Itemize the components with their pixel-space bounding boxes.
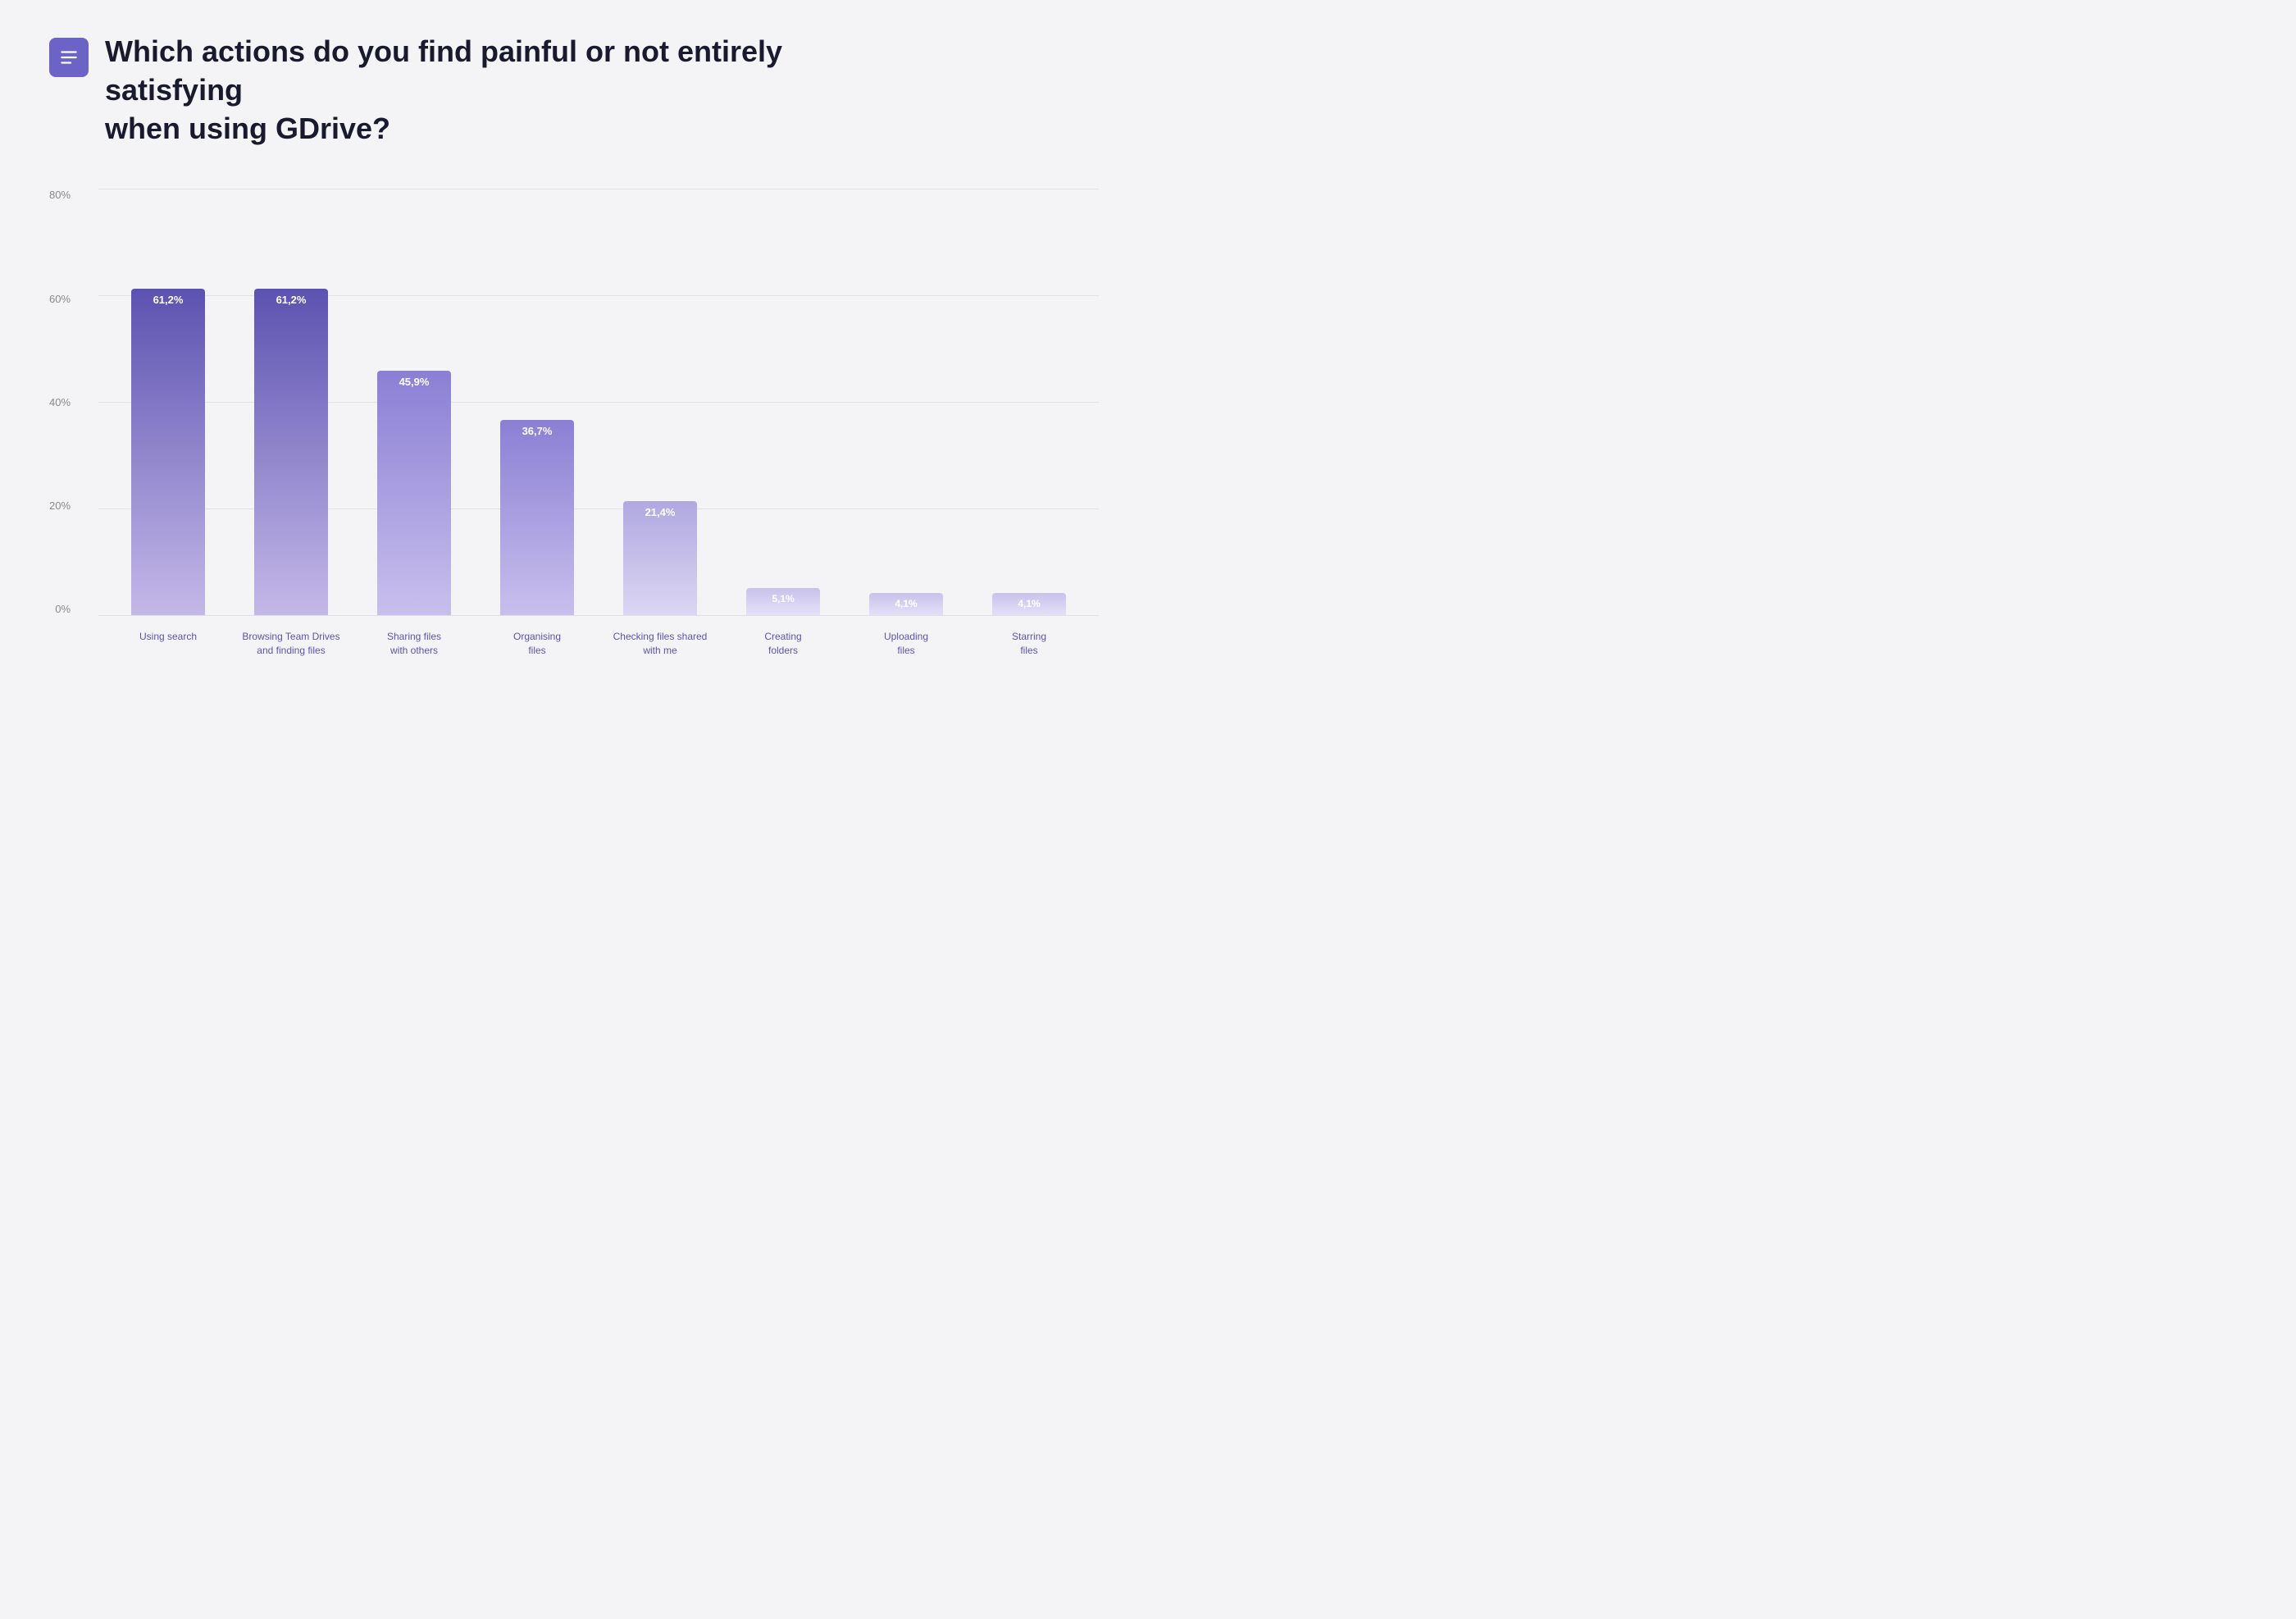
- x-label-sharing-files: Sharing fileswith others: [361, 623, 467, 658]
- bar-wrapper-checking-files-shared: 21,4%: [623, 501, 697, 615]
- bar-wrapper-uploading-files: 4,1%: [869, 593, 943, 615]
- bar-value-starring-files: 4,1%: [1018, 598, 1040, 609]
- title-line2: when using GDrive?: [105, 112, 390, 145]
- bar-group-creating-folders: 5,1%: [730, 588, 836, 615]
- x-labels: Using search Browsing Team Drivesand fin…: [98, 623, 1099, 658]
- y-axis: 80% 60% 40% 20% 0%: [49, 189, 80, 615]
- bar-browsing-team-drives: [254, 289, 328, 615]
- bar-chart: 80% 60% 40% 20% 0% 61,2% 61,2% 45,9%: [49, 189, 1099, 730]
- bar-value-sharing-files: 45,9%: [399, 376, 430, 388]
- bar-wrapper-sharing-files: 45,9%: [377, 371, 451, 615]
- bar-sharing-files: [377, 371, 451, 615]
- bar-wrapper-using-search: 61,2%: [131, 289, 205, 615]
- grid-line-0: [98, 615, 1099, 616]
- x-label-uploading-files: Uploadingfiles: [853, 623, 959, 658]
- bar-value-uploading-files: 4,1%: [895, 598, 917, 609]
- y-label-40: 40%: [49, 396, 71, 408]
- x-label-browsing-team-drives: Browsing Team Drivesand finding files: [238, 623, 344, 658]
- x-label-using-search: Using search: [115, 623, 221, 644]
- bar-organising-files: [500, 420, 574, 615]
- x-label-checking-files-shared: Checking files sharedwith me: [607, 623, 713, 658]
- bar-group-sharing-files: 45,9%: [361, 371, 467, 615]
- bar-wrapper-starring-files: 4,1%: [992, 593, 1066, 615]
- bar-wrapper-creating-folders: 5,1%: [746, 588, 820, 615]
- y-label-80: 80%: [49, 189, 71, 201]
- bar-using-search: [131, 289, 205, 615]
- bar-value-organising-files: 36,7%: [522, 425, 553, 437]
- x-label-starring-files: Starringfiles: [976, 623, 1082, 658]
- bar-wrapper-organising-files: 36,7%: [500, 420, 574, 615]
- bar-value-browsing-team-drives: 61,2%: [276, 294, 307, 306]
- y-label-0: 0%: [55, 603, 71, 615]
- list-icon: [58, 47, 80, 68]
- title-line1: Which actions do you find painful or not…: [105, 34, 782, 107]
- bar-group-browsing-team-drives: 61,2%: [238, 289, 344, 615]
- question-icon-box: [49, 38, 89, 77]
- bar-group-starring-files: 4,1%: [976, 593, 1082, 615]
- page-header: Which actions do you find painful or not…: [49, 33, 1099, 148]
- bar-group-organising-files: 36,7%: [484, 420, 590, 615]
- bar-group-uploading-files: 4,1%: [853, 593, 959, 615]
- x-label-creating-folders: Creatingfolders: [730, 623, 836, 658]
- x-label-organising-files: Organisingfiles: [484, 623, 590, 658]
- page-title: Which actions do you find painful or not…: [105, 33, 843, 148]
- bar-wrapper-browsing-team-drives: 61,2%: [254, 289, 328, 615]
- bar-group-using-search: 61,2%: [115, 289, 221, 615]
- bar-value-checking-files-shared: 21,4%: [645, 506, 676, 518]
- y-label-60: 60%: [49, 293, 71, 305]
- bar-value-using-search: 61,2%: [153, 294, 184, 306]
- bars-container: 61,2% 61,2% 45,9% 36,7% 21,4%: [98, 189, 1099, 615]
- y-label-20: 20%: [49, 499, 71, 512]
- bar-value-creating-folders: 5,1%: [772, 593, 794, 604]
- bar-group-checking-files-shared: 21,4%: [607, 501, 713, 615]
